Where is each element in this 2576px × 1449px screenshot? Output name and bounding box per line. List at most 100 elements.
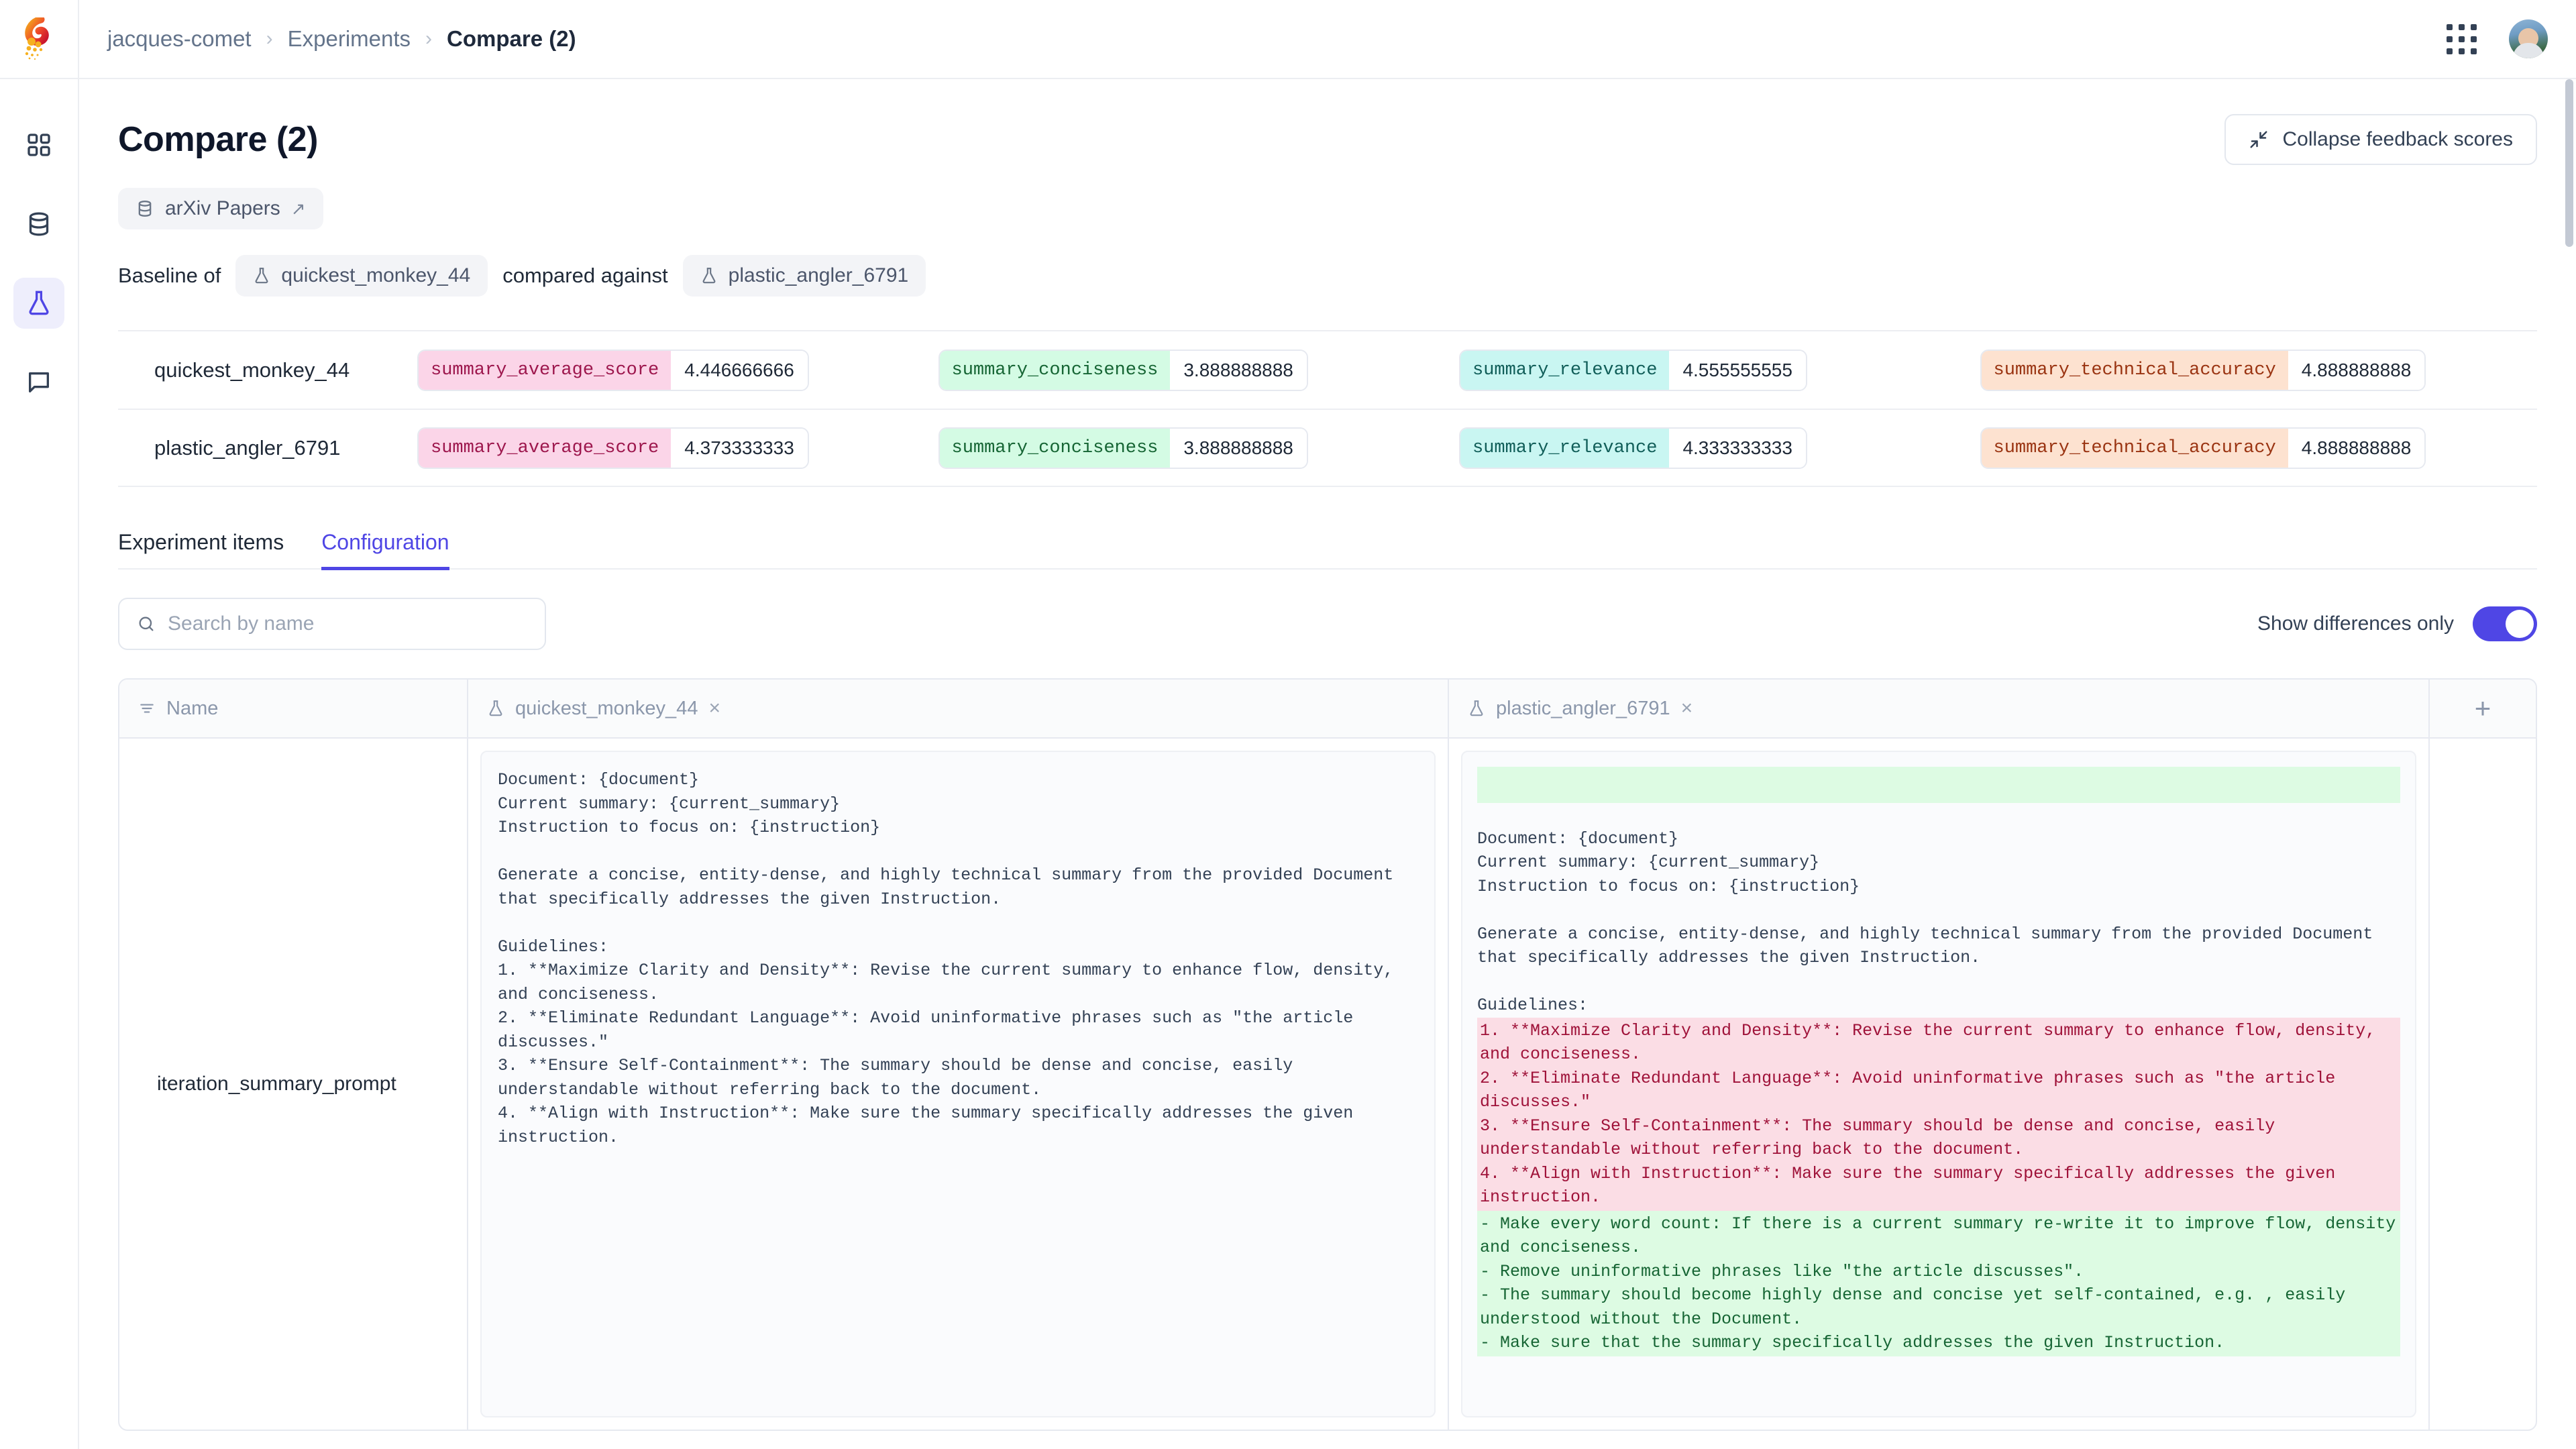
- score-cell: summary_relevance 4.555555555: [1459, 349, 1980, 391]
- score-cells: summary_average_score 4.373333333 summary_…: [417, 427, 2501, 469]
- breadcrumb-experiments[interactable]: Experiments: [288, 26, 411, 52]
- score-key-label: summary_relevance: [1460, 428, 1670, 468]
- row-name-cell: iteration_summary_prompt: [119, 739, 468, 1430]
- score-pill-summary_average_score[interactable]: summary_average_score 4.446666666: [417, 349, 809, 391]
- sidebar-item-experiments[interactable]: [13, 278, 64, 329]
- configuration-diff-table: Name quickest_monkey_44 × plastic_angler…: [118, 678, 2537, 1431]
- comet-logo-icon: [25, 17, 49, 60]
- baseline-experiment-chip[interactable]: quickest_monkey_44: [235, 255, 488, 297]
- column-header-col1-label: quickest_monkey_44: [515, 697, 698, 719]
- page-scrollbar[interactable]: [2565, 79, 2573, 247]
- score-value-label: 4.888888888: [2288, 350, 2425, 390]
- top-bar-actions: [2447, 19, 2548, 58]
- tab-configuration[interactable]: Configuration: [321, 530, 449, 570]
- breadcrumb-current: Compare (2): [447, 26, 576, 51]
- external-link-icon: ↗: [290, 198, 306, 219]
- remove-column-1-icon[interactable]: ×: [708, 697, 720, 720]
- feedback-scores-table: quickest_monkey_44 summary_average_score 4…: [118, 330, 2537, 487]
- dataset-chip-row: arXiv Papers ↗: [118, 188, 2537, 229]
- breadcrumb-workspace[interactable]: jacques-comet: [107, 26, 252, 52]
- score-value-label: 3.888888888: [1170, 350, 1307, 390]
- score-pill-summary_conciseness[interactable]: summary_conciseness 3.888888888: [938, 349, 1308, 391]
- score-cell: summary_average_score 4.373333333: [417, 427, 938, 469]
- sidebar: [0, 0, 79, 1449]
- dataset-chip-label: arXiv Papers: [165, 197, 280, 219]
- flask-icon: [702, 268, 716, 284]
- search-icon: [139, 616, 154, 631]
- tab-bar: Experiment items Configuration: [118, 530, 2537, 570]
- diff-cell-left: Document: {document} Current summary: {c…: [468, 739, 1449, 1430]
- column-header-plastic-angler-6791[interactable]: plastic_angler_6791 ×: [1449, 680, 2430, 737]
- score-value-label: 4.888888888: [2288, 428, 2425, 468]
- app-logo[interactable]: [0, 0, 78, 79]
- show-differences-only-toggle[interactable]: [2473, 606, 2537, 641]
- score-cell: summary_technical_accuracy 4.888888888: [1980, 427, 2502, 469]
- score-pill-summary_average_score[interactable]: summary_average_score 4.373333333: [417, 427, 809, 469]
- page-content: Compare (2) Collapse feedback scores arX…: [79, 79, 2576, 1449]
- remove-column-2-icon[interactable]: ×: [1681, 697, 1693, 720]
- sort-lines-icon: [140, 704, 154, 713]
- score-key-label: summary_average_score: [419, 350, 672, 390]
- score-cell: summary_conciseness 3.888888888: [938, 349, 1460, 391]
- score-row-experiment-name: quickest_monkey_44: [154, 358, 350, 382]
- toggle-knob: [2506, 610, 2534, 638]
- grid-dashboard-icon: [28, 133, 50, 156]
- search-input[interactable]: [168, 612, 527, 635]
- collapse-feedback-scores-label: Collapse feedback scores: [2282, 128, 2513, 150]
- diff-segment-same: Document: {document} Current summary: {c…: [1477, 828, 2373, 1016]
- compared-experiment-label: plastic_angler_6791: [728, 264, 909, 286]
- sidebar-item-home[interactable]: [13, 119, 64, 170]
- score-row-experiment-name: plastic_angler_6791: [154, 435, 341, 460]
- column-header-name[interactable]: Name: [119, 680, 468, 737]
- page-padding: Compare (2) Collapse feedback scores arX…: [79, 79, 2576, 1431]
- search-box[interactable]: [118, 598, 546, 650]
- score-value-label: 3.888888888: [1170, 428, 1307, 468]
- diff-segment-add: - Make every word count: If there is a c…: [1477, 1210, 2400, 1356]
- score-key-label: summary_technical_accuracy: [1981, 428, 2288, 468]
- score-cell: summary_average_score 4.446666666: [417, 349, 938, 391]
- flask-icon: [489, 700, 502, 716]
- score-key-label: summary_conciseness: [939, 350, 1171, 390]
- score-key-label: summary_conciseness: [939, 428, 1171, 468]
- database-icon: [29, 212, 49, 236]
- score-key-label: summary_relevance: [1460, 350, 1670, 390]
- column-header-col2-label: plastic_angler_6791: [1496, 697, 1670, 719]
- diff-cell-right: Document: {document} Current summary: {c…: [1449, 739, 2430, 1430]
- score-key-label: summary_average_score: [419, 428, 672, 468]
- column-header-name-label: Name: [166, 697, 219, 719]
- collapse-feedback-scores-button[interactable]: Collapse feedback scores: [2224, 114, 2537, 165]
- score-pill-summary_conciseness[interactable]: summary_conciseness 3.888888888: [938, 427, 1308, 469]
- app-root: jacques-comet › Experiments › Compare (2…: [0, 0, 2576, 1449]
- score-key-label: summary_technical_accuracy: [1981, 350, 2288, 390]
- apps-grid-icon[interactable]: [2447, 23, 2477, 54]
- toolbar-right: Show differences only: [2257, 606, 2537, 641]
- score-value-label: 4.333333333: [1669, 428, 1806, 468]
- baseline-prefix-label: Baseline of: [118, 264, 221, 287]
- dataset-chip[interactable]: arXiv Papers ↗: [118, 188, 323, 229]
- score-cells: summary_average_score 4.446666666 summary_…: [417, 349, 2501, 391]
- page-title: Compare (2): [118, 120, 318, 159]
- score-pill-summary_relevance[interactable]: summary_relevance 4.555555555: [1459, 349, 1807, 391]
- score-pill-summary_technical_accuracy[interactable]: summary_technical_accuracy 4.888888888: [1980, 427, 2426, 469]
- score-pill-summary_technical_accuracy[interactable]: summary_technical_accuracy 4.888888888: [1980, 349, 2426, 391]
- score-pill-summary_relevance[interactable]: summary_relevance 4.333333333: [1459, 427, 1807, 469]
- sidebar-item-datasets[interactable]: [13, 199, 64, 250]
- score-row: plastic_angler_6791 summary_average_score…: [118, 409, 2537, 486]
- avatar[interactable]: [2509, 19, 2548, 58]
- breadcrumb: jacques-comet › Experiments › Compare (2…: [107, 26, 576, 52]
- diff-table-row: iteration_summary_prompt Document: {docu…: [119, 739, 2536, 1430]
- sidebar-item-feedback[interactable]: [13, 357, 64, 408]
- chat-bubble-icon: [29, 372, 50, 392]
- collapse-arrows-icon: [2250, 131, 2267, 148]
- tab-experiment-items[interactable]: Experiment items: [118, 530, 284, 570]
- config-text-right: Document: {document} Current summary: {c…: [1461, 751, 2416, 1417]
- breadcrumb-separator-2: ›: [425, 28, 433, 50]
- compared-experiment-chip[interactable]: plastic_angler_6791: [682, 255, 926, 297]
- score-row: quickest_monkey_44 summary_average_score 4…: [118, 331, 2537, 409]
- score-value-label: 4.446666666: [671, 350, 808, 390]
- flask-icon: [29, 290, 49, 315]
- top-bar: jacques-comet › Experiments › Compare (2…: [79, 0, 2576, 79]
- column-header-quickest-monkey-44[interactable]: quickest_monkey_44 ×: [468, 680, 1449, 737]
- sidebar-nav: [13, 79, 64, 408]
- add-column-button[interactable]: +: [2430, 680, 2536, 737]
